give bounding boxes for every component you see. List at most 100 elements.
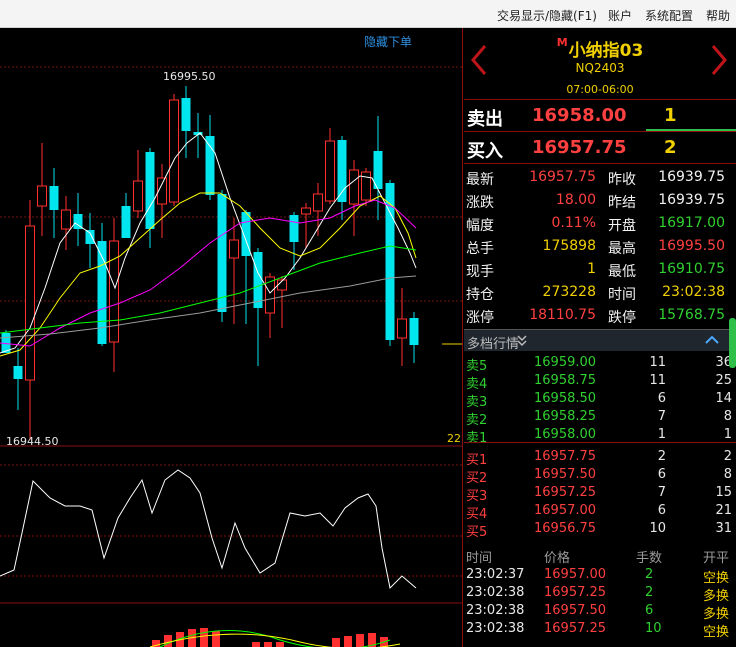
depth-row[interactable]: 卖4 16958.75 11 25: [464, 372, 736, 392]
tick-row: 23:02:38 16957.50 6 多换: [464, 602, 736, 622]
depth-row[interactable]: 买2 16957.50 6 8: [464, 466, 736, 486]
macd-bar: [212, 631, 220, 647]
candlestick-series: [1, 86, 419, 440]
tick-volume: 2: [645, 585, 654, 600]
quote-row: 幅度 0.11% 开盘 16917.00: [464, 212, 736, 235]
menu-toggle-trade[interactable]: 交易显示/隐藏(F1): [497, 7, 597, 24]
quote-row: 总手 175898 最高 16995.50: [464, 235, 736, 258]
quote-value: 15768.75: [658, 307, 725, 323]
quote-value: 16917.00: [658, 215, 725, 231]
quote-value: 273228: [542, 284, 596, 300]
depth-level: 买5: [466, 525, 488, 540]
tick-header: 时间 价格 手数 开平: [464, 546, 736, 566]
depth-row[interactable]: 买1 16957.75 2 2: [464, 448, 736, 468]
top-menu-bar: 交易显示/隐藏(F1) 账户 系统配置 帮助: [0, 0, 736, 28]
macd-bar: [276, 642, 284, 647]
oscillator-line: [0, 469, 417, 590]
depth-price: 16958.00: [534, 427, 597, 442]
quote-label: 昨收: [608, 172, 636, 188]
quote-label: 昨结: [608, 195, 636, 211]
depth-volume: 7: [657, 485, 666, 500]
quote-label: 最低: [608, 264, 636, 280]
quote-label: 幅度: [466, 218, 494, 234]
quote-value: 16939.75: [658, 169, 725, 185]
menu-help[interactable]: 帮助: [706, 7, 730, 24]
depth-price: 16957.75: [534, 449, 597, 464]
buy-label: 买入: [467, 141, 503, 162]
depth-row[interactable]: 卖2 16958.25 7 8: [464, 408, 736, 428]
depth-volume: 11: [649, 373, 666, 388]
candle: [13, 348, 23, 410]
tick-row: 23:02:38 16957.25 10 空换: [464, 620, 736, 640]
depth-price: 16958.25: [534, 409, 597, 424]
trading-hours: 07:00-06:00: [566, 83, 634, 96]
candle: [133, 150, 143, 218]
candle: [205, 115, 215, 200]
buy-row[interactable]: 买入 16957.75 2: [464, 132, 736, 164]
sell-row[interactable]: 卖出 16958.00 1: [464, 100, 736, 132]
macd-bar: [344, 636, 352, 647]
depth-count: 14: [715, 391, 732, 406]
sell-indicator-bar: [646, 129, 736, 131]
menu-account[interactable]: 账户: [608, 7, 632, 24]
contract-name: 小纳指03: [568, 41, 644, 61]
depth-row[interactable]: 买4 16957.00 6 21: [464, 502, 736, 522]
tick-time: 23:02:37: [466, 567, 525, 582]
quote-label: 涨跌: [466, 195, 494, 211]
macd-bars: [149, 628, 401, 647]
tick-row: 23:02:37 16957.00 2 空换: [464, 566, 736, 586]
tick-header-price: 价格: [544, 551, 571, 566]
depth-title: 多档行情: [467, 337, 520, 352]
depth-row[interactable]: 卖5 16959.00 11 36: [464, 354, 736, 374]
depth-volume: 6: [657, 391, 666, 406]
contract-code: NQ2403: [575, 61, 625, 75]
depth-price: 16957.25: [534, 485, 597, 500]
quote-label: 现手: [466, 264, 494, 280]
panel-scroll-handle[interactable]: [729, 318, 736, 368]
chevron-up-icon[interactable]: [704, 335, 720, 345]
tick-type: 空换: [703, 625, 730, 640]
quote-panel: M小纳指03 NQ2403 07:00-06:00 卖出 16958.00 1 …: [464, 28, 736, 647]
depth-row[interactable]: 卖3 16958.50 6 14: [464, 390, 736, 410]
candle: [145, 148, 155, 248]
quote-row: 涨跌 18.00 昨结 16939.75: [464, 189, 736, 212]
tick-time: 23:02:38: [466, 603, 525, 618]
depth-price: 16957.50: [534, 467, 597, 482]
candle: [325, 128, 335, 204]
quote-label: 跌停: [608, 310, 636, 326]
quote-value: 16939.75: [658, 192, 725, 208]
depth-count: 31: [715, 521, 732, 536]
quote-label: 时间: [608, 287, 636, 303]
depth-header[interactable]: 多档行情: [464, 329, 736, 352]
chart-area[interactable]: 16995.50 16944.50 22 隐藏下单: [0, 28, 463, 647]
candle: [217, 190, 227, 322]
ma-line: [0, 275, 417, 339]
depth-volume: 7: [657, 409, 666, 424]
tick-header-type: 开平: [703, 551, 730, 566]
depth-count: 8: [723, 409, 732, 424]
ma-line: [0, 245, 417, 334]
candle: [361, 168, 371, 206]
depth-count: 1: [723, 427, 732, 442]
buy-price: 16957.75: [532, 137, 627, 158]
menu-system-config[interactable]: 系统配置: [645, 7, 693, 24]
depth-row[interactable]: 买3 16957.25 7 15: [464, 484, 736, 504]
depth-price: 16957.00: [534, 503, 597, 518]
candle: [85, 213, 95, 268]
candle: [49, 168, 59, 238]
quote-value: 16995.50: [658, 238, 725, 254]
hide-order-button[interactable]: 隐藏下单: [364, 33, 412, 50]
macd-bar: [356, 634, 364, 647]
double-chevron-down-icon[interactable]: [516, 334, 528, 348]
depth-volume: 11: [649, 355, 666, 370]
macd-bar: [200, 628, 208, 647]
depth-row[interactable]: 买5 16956.75 10 31: [464, 520, 736, 540]
quote-label: 涨停: [466, 310, 494, 326]
chart-canvas[interactable]: 16995.50 16944.50 22: [0, 28, 463, 647]
candle: [61, 196, 71, 250]
candle: [181, 86, 191, 158]
quote-row: 最新 16957.75 昨收 16939.75: [464, 166, 736, 189]
depth-level: 卖1: [466, 431, 488, 446]
quote-value: 16910.75: [658, 261, 725, 277]
macd-bar: [252, 642, 260, 647]
